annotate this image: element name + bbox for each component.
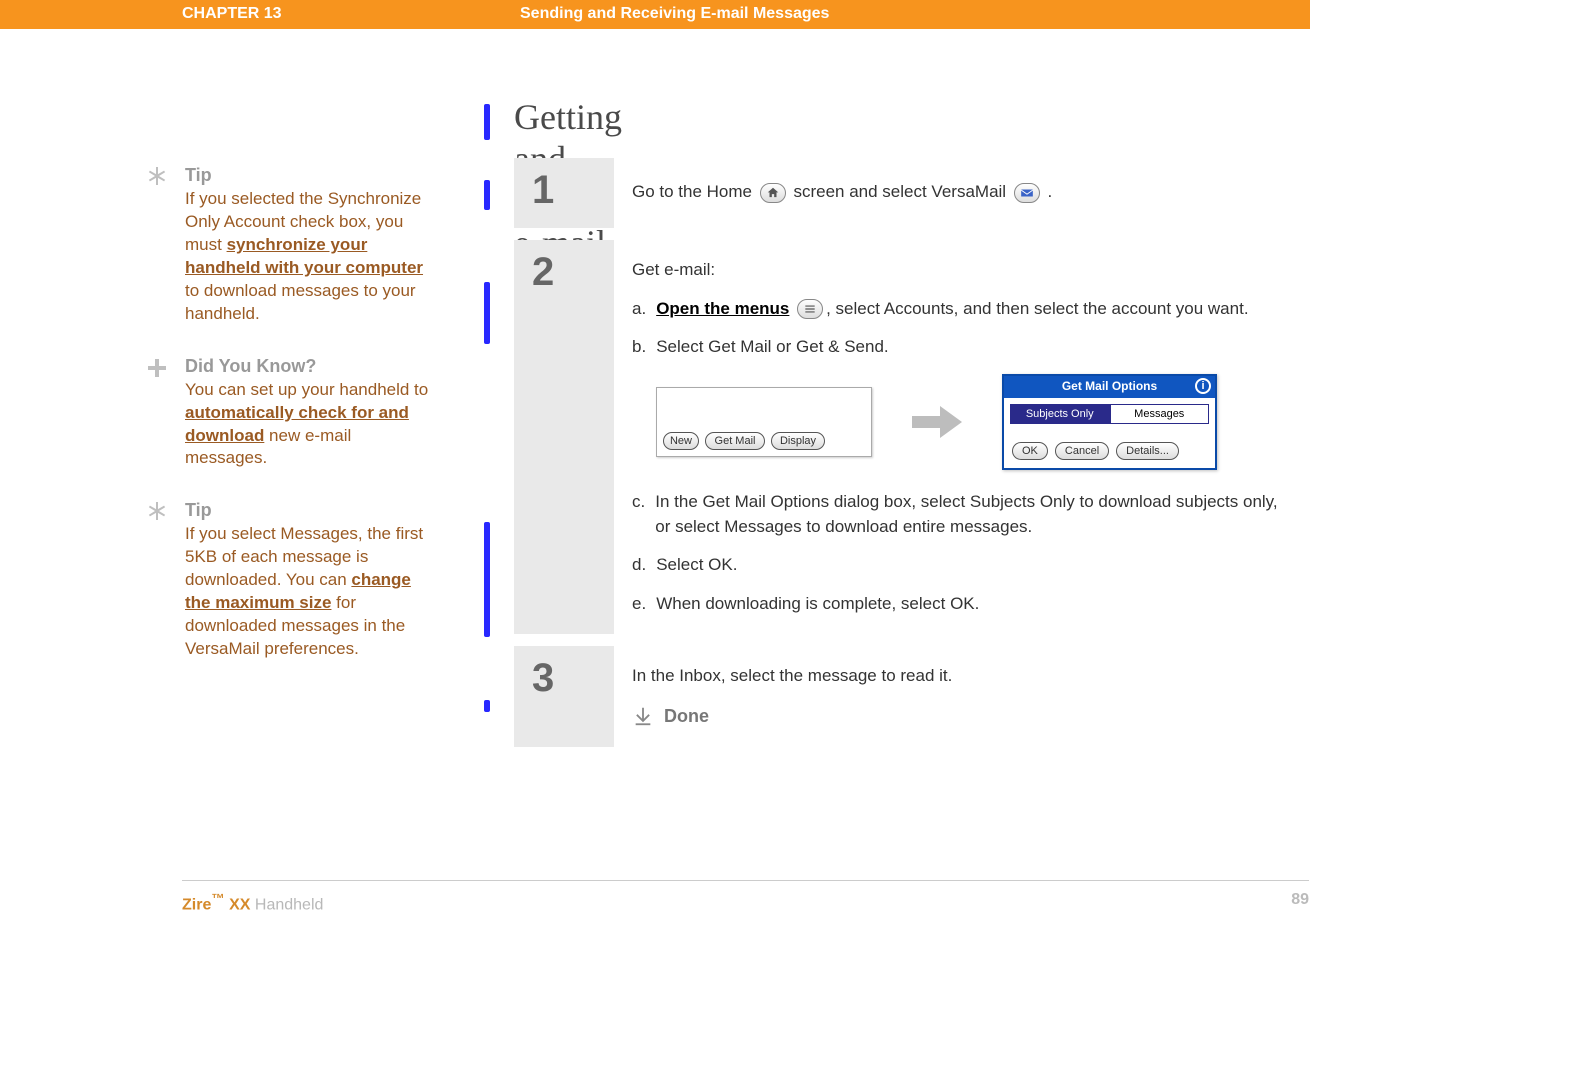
top-banner: CHAPTER 13 Sending and Receiving E-mail … (0, 0, 1310, 29)
step-3-text: In the Inbox, select the message to read… (632, 664, 1293, 689)
step-2e: e. When downloading is complete, select … (632, 592, 1293, 617)
screenshot-row: New Get Mail Display Get Mail Options i … (656, 374, 1293, 470)
blue-marker (484, 282, 490, 344)
palm-screenshot: New Get Mail Display (656, 387, 872, 457)
done-row: Done (632, 703, 1293, 729)
dialog-details-button: Details... (1116, 442, 1179, 460)
dialog-ok-button: OK (1012, 442, 1048, 460)
step-2-content: Get e-mail: a. Open the menus , select A… (614, 240, 1309, 634)
page-number: 89 (1291, 891, 1309, 914)
dialog-titlebar: Get Mail Options i (1004, 376, 1215, 398)
blue-accent-bar (484, 104, 490, 140)
step-3-content: In the Inbox, select the message to read… (614, 646, 1309, 747)
link-open-the-menus[interactable]: Open the menus (656, 299, 789, 318)
down-arrow-icon (632, 705, 654, 727)
step-2a: a. Open the menus , select Accounts, and… (632, 297, 1293, 322)
sidebar-did-you-know: Did You Know? You can set up your handhe… (135, 356, 435, 471)
step-2-intro: Get e-mail: (632, 258, 1293, 283)
home-icon (760, 183, 786, 203)
blue-marker (484, 522, 490, 637)
chapter-title: Sending and Receiving E-mail Messages (520, 5, 829, 23)
steps-panel: 1 Go to the Home screen and select Versa… (514, 158, 1309, 747)
asterisk-icon (145, 500, 169, 524)
menu-icon (797, 299, 823, 319)
versamail-icon (1014, 183, 1040, 203)
get-mail-options-dialog: Get Mail Options i Subjects Only Message… (1002, 374, 1217, 470)
sidebar-dyk-body: You can set up your handheld to automati… (185, 379, 435, 471)
sidebar-dyk-head: Did You Know? (185, 356, 435, 377)
step-1-content: Go to the Home screen and select VersaMa… (614, 158, 1309, 228)
tab-subjects-only: Subjects Only (1010, 404, 1110, 424)
sidebar-tip-2-head: Tip (185, 500, 435, 521)
step-2c: c. In the Get Mail Options dialog box, s… (632, 490, 1293, 539)
dialog-cancel-button: Cancel (1055, 442, 1109, 460)
step-3: 3 In the Inbox, select the message to re… (514, 646, 1309, 747)
info-icon: i (1195, 378, 1211, 394)
plus-icon (145, 356, 169, 380)
asterisk-icon (145, 165, 169, 189)
step-1: 1 Go to the Home screen and select Versa… (514, 158, 1309, 228)
footer-product: Zire™ XX Handheld (182, 891, 323, 914)
done-label: Done (664, 703, 709, 729)
step-2d: d. Select OK. (632, 553, 1293, 578)
step-2: 2 Get e-mail: a. Open the menus , select… (514, 240, 1309, 634)
palm-display-button: Display (771, 432, 825, 450)
sidebar-tip-1: Tip If you selected the Synchronize Only… (135, 165, 435, 326)
sidebar: Tip If you selected the Synchronize Only… (135, 165, 435, 691)
palm-new-button: New (663, 432, 699, 450)
palm-getmail-button: Get Mail (705, 432, 765, 450)
chapter-label: CHAPTER 13 (182, 5, 282, 23)
page-footer: Zire™ XX Handheld 89 (182, 880, 1309, 914)
blue-marker (484, 700, 490, 712)
blue-marker (484, 180, 490, 210)
sidebar-tip-2: Tip If you select Messages, the first 5K… (135, 500, 435, 661)
step-3-number: 3 (532, 656, 554, 701)
step-2b: b. Select Get Mail or Get & Send. (632, 335, 1293, 360)
dialog-tabs: Subjects Only Messages (1010, 404, 1209, 424)
step-2-number: 2 (532, 250, 554, 295)
sidebar-tip-1-head: Tip (185, 165, 435, 186)
sidebar-tip-1-body: If you selected the Synchronize Only Acc… (185, 188, 435, 326)
tab-messages: Messages (1110, 404, 1210, 424)
dialog-buttons: OK Cancel Details... (1004, 424, 1215, 468)
arrow-right-icon (912, 402, 962, 442)
sidebar-tip-2-body: If you select Messages, the first 5KB of… (185, 523, 435, 661)
step-1-number: 1 (532, 168, 554, 213)
